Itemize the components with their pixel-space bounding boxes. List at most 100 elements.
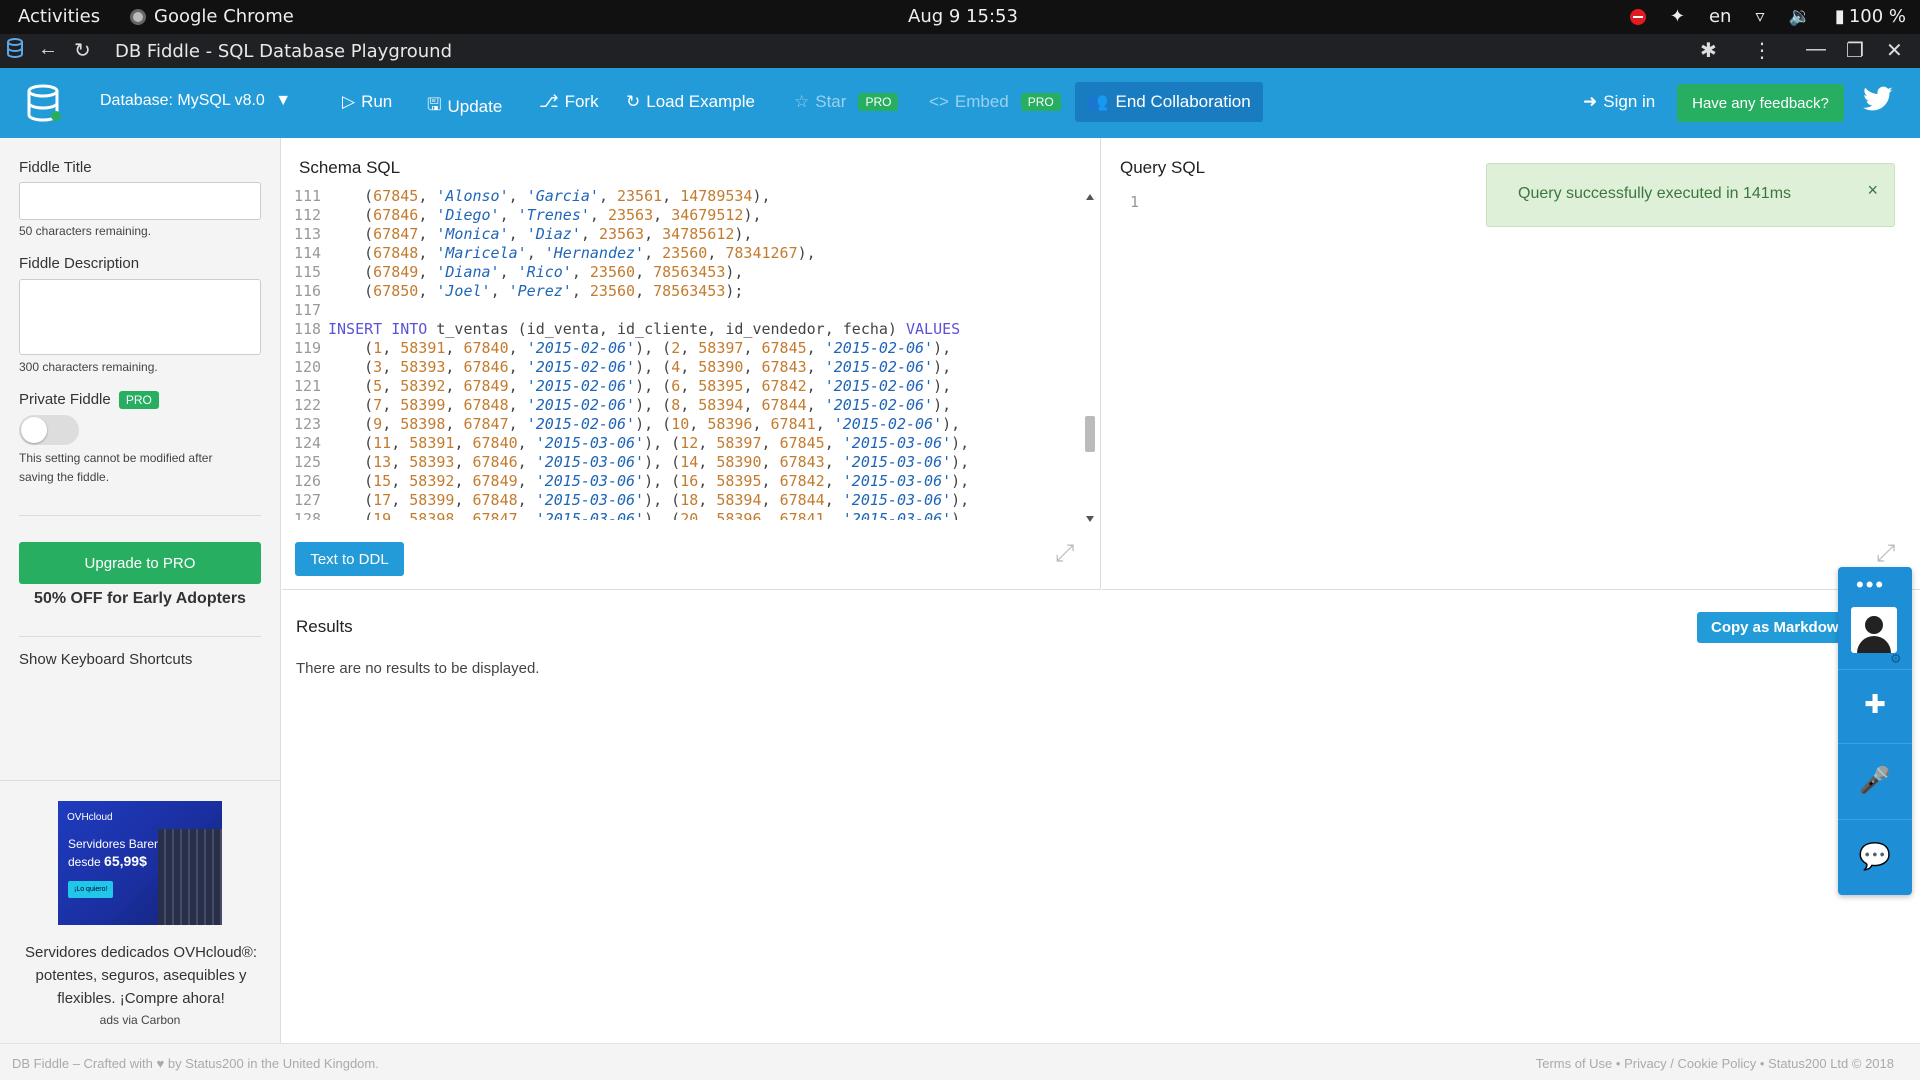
- schema-scrollbar-thumb[interactable]: [1085, 416, 1095, 452]
- schema-code-editor[interactable]: 111 (67845, 'Alonso', 'Garcia', 23561, 1…: [294, 187, 1094, 520]
- database-select[interactable]: Database: MySQL v8.0 ▼: [100, 92, 291, 110]
- schema-scrollbar[interactable]: [1084, 193, 1096, 527]
- chat-icon[interactable]: 💬: [1838, 841, 1912, 872]
- star-icon: ☆: [794, 92, 810, 111]
- ad-text[interactable]: Servidores dedicados OVHcloud®: potentes…: [10, 941, 272, 1010]
- show-keyboard-shortcuts-link[interactable]: Show Keyboard Shortcuts: [19, 651, 192, 668]
- scroll-down-arrow-icon[interactable]: [1086, 516, 1094, 522]
- pro-badge: PRO: [1020, 93, 1061, 111]
- avatar-head: [1865, 616, 1883, 634]
- results-title: Results: [296, 617, 353, 636]
- chrome-icon: [130, 8, 146, 25]
- line-number: 127: [294, 491, 322, 509]
- accessibility-icon: ✦: [1669, 6, 1685, 27]
- code-line[interactable]: 125 (13, 58393, 67846, '2015-03-06'), (1…: [294, 453, 1094, 472]
- line-text: (19, 58398, 67847, '2015-03-06'), (20, 5…: [328, 510, 970, 520]
- private-fiddle-text: Private Fiddle: [19, 391, 111, 408]
- restore-icon[interactable]: ❐: [1846, 38, 1864, 63]
- activities-button[interactable]: Activities: [18, 6, 100, 27]
- feedback-button[interactable]: Have any feedback?: [1677, 84, 1844, 122]
- code-line[interactable]: 122 (7, 58399, 67848, '2015-02-06'), (8,…: [294, 396, 1094, 415]
- code-line[interactable]: 117: [294, 301, 1094, 320]
- tab-title: DB Fiddle - SQL Database Playground: [115, 41, 453, 62]
- code-line[interactable]: 118 INSERT INTO t_ventas (id_venta, id_cl…: [294, 320, 1094, 339]
- fiddle-description-label: Fiddle Description: [19, 255, 140, 272]
- fiddle-title-label: Fiddle Title: [19, 159, 92, 176]
- copy-as-markdown-button[interactable]: Copy as Markdown: [1697, 612, 1842, 643]
- code-line[interactable]: 116 (67850, 'Joel', 'Perez', 23560, 7856…: [294, 282, 1094, 301]
- line-text: (9, 58398, 67847, '2015-02-06'), (10, 58…: [328, 415, 961, 433]
- fiddle-title-input[interactable]: [19, 182, 261, 220]
- fiddle-description-input[interactable]: [19, 279, 261, 355]
- close-icon[interactable]: ×: [1867, 180, 1878, 201]
- extensions-icon[interactable]: ✱: [1700, 38, 1717, 63]
- kebab-menu-icon[interactable]: ⋮: [1752, 38, 1772, 63]
- run-label: Run: [361, 92, 393, 111]
- code-line[interactable]: 114 (67848, 'Maricela', 'Hernandez', 235…: [294, 244, 1094, 263]
- text-to-ddl-button[interactable]: Text to DDL: [295, 542, 404, 576]
- code-line[interactable]: 113 (67847, 'Monica', 'Diaz', 23563, 347…: [294, 225, 1094, 244]
- upgrade-to-pro-button[interactable]: Upgrade to PRO: [19, 542, 261, 584]
- system-tray[interactable]: ✦ en ▿ 🔉 ▮ 100 %: [1629, 6, 1906, 27]
- pro-badge: PRO: [858, 93, 899, 111]
- line-number: 120: [294, 358, 322, 376]
- add-user-icon[interactable]: ✚: [1838, 689, 1912, 720]
- sign-in-button[interactable]: ➜ Sign in: [1583, 92, 1655, 112]
- app-menu[interactable]: Google Chrome: [130, 6, 294, 27]
- language-indicator[interactable]: en: [1709, 6, 1731, 27]
- run-button[interactable]: ▷ Run: [342, 92, 392, 112]
- caret-down-icon: ▼: [275, 92, 292, 109]
- line-number: 116: [294, 282, 322, 300]
- ad-image[interactable]: OVHcloud Servidores Baremetal desde 65,9…: [58, 801, 222, 925]
- line-number: 118: [294, 320, 322, 338]
- avatar[interactable]: [1851, 607, 1897, 653]
- microphone-icon[interactable]: 🎤: [1838, 765, 1912, 796]
- divider: [1838, 819, 1912, 820]
- star-button[interactable]: ☆ Star PRO: [794, 92, 899, 112]
- line-text: (67849, 'Diana', 'Rico', 23560, 78563453…: [328, 263, 744, 281]
- code-line[interactable]: 127 (17, 58399, 67848, '2015-03-06'), (1…: [294, 491, 1094, 510]
- code-line[interactable]: 115 (67849, 'Diana', 'Rico', 23560, 7856…: [294, 263, 1094, 282]
- line-number: 111: [294, 187, 322, 205]
- close-window-icon[interactable]: ✕: [1886, 38, 1903, 63]
- code-line[interactable]: 123 (9, 58398, 67847, '2015-02-06'), (10…: [294, 415, 1094, 434]
- twitter-icon[interactable]: [1862, 86, 1894, 117]
- load-example-button[interactable]: ↻ Load Example: [626, 92, 755, 112]
- load-example-label: Load Example: [646, 92, 755, 111]
- private-fiddle-toggle[interactable]: [19, 415, 79, 445]
- code-line[interactable]: 121 (5, 58392, 67849, '2015-02-06'), (6,…: [294, 377, 1094, 396]
- save-icon: 🖫: [427, 95, 442, 114]
- query-code-editor[interactable]: [1152, 188, 1892, 518]
- embed-button[interactable]: <> Embed PRO: [929, 92, 1061, 112]
- code-line[interactable]: 120 (3, 58393, 67846, '2015-02-06'), (4,…: [294, 358, 1094, 377]
- expand-schema-icon[interactable]: ⤢: [1055, 540, 1074, 568]
- star-label: Star: [815, 92, 847, 111]
- line-number: 117: [294, 301, 322, 319]
- expand-query-icon[interactable]: ⤢: [1876, 540, 1895, 568]
- database-select-label: Database: MySQL v8.0: [100, 92, 265, 109]
- back-icon[interactable]: ←: [38, 38, 58, 61]
- end-collaboration-button[interactable]: 👥 End Collaboration: [1075, 82, 1263, 122]
- database-favicon-icon: [6, 38, 24, 64]
- code-line[interactable]: 124 (11, 58391, 67840, '2015-03-06'), (1…: [294, 434, 1094, 453]
- reload-icon[interactable]: ↻: [74, 38, 91, 63]
- fork-button[interactable]: ⎇ Fork: [539, 92, 599, 112]
- ad-price: desde 65,99$: [68, 853, 147, 869]
- update-button[interactable]: 🖫 Update: [427, 92, 502, 121]
- code-line[interactable]: 112 (67846, 'Diego', 'Trenes', 23563, 34…: [294, 206, 1094, 225]
- minimize-icon[interactable]: —: [1806, 38, 1826, 61]
- code-line[interactable]: 119 (1, 58391, 67840, '2015-02-06'), (2,…: [294, 339, 1094, 358]
- clock[interactable]: Aug 9 15:53: [908, 6, 1018, 27]
- carbon-ad: OVHcloud Servidores Baremetal desde 65,9…: [0, 780, 280, 1043]
- code-line[interactable]: 111 (67845, 'Alonso', 'Garcia', 23561, 1…: [294, 187, 1094, 206]
- more-options-icon[interactable]: •••: [1856, 572, 1885, 598]
- settings-gear-icon[interactable]: ⚙: [1890, 651, 1902, 667]
- code-line[interactable]: 126 (15, 58392, 67849, '2015-03-06'), (1…: [294, 472, 1094, 491]
- footer-links[interactable]: Terms of Use • Privacy / Cookie Policy •…: [1536, 1056, 1894, 1071]
- db-fiddle-logo-icon[interactable]: [26, 84, 62, 127]
- ads-via-carbon-link[interactable]: ads via Carbon: [0, 1013, 280, 1027]
- scroll-up-arrow-icon[interactable]: [1086, 194, 1094, 200]
- wifi-icon: ▿: [1755, 6, 1765, 27]
- code-line[interactable]: 128 (19, 58398, 67847, '2015-03-06'), (2…: [294, 510, 1094, 520]
- server-racks-image: [158, 829, 222, 925]
